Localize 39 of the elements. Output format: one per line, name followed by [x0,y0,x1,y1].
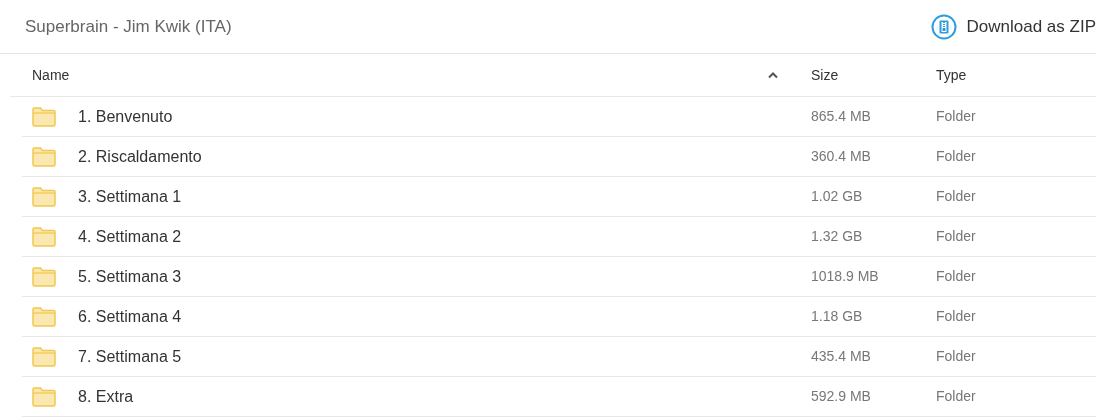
folder-icon [32,346,56,367]
type-cell-text: Folder [936,187,977,206]
folder-name[interactable]: 5. Settimana 3 [78,264,182,289]
folder-icon [32,226,56,247]
type-cell-text: Folder [936,267,977,286]
folder-icon [32,146,56,167]
download-zip-button[interactable]: Download as ZIP [930,13,1096,40]
size-cell-text: 360.4 MB [811,147,872,166]
size-cell-text: 1.02 GB [811,187,864,206]
size-cell-text: 1.32 GB [811,227,864,246]
folder-icon [32,186,56,207]
size-cell-text: 1.18 GB [811,307,864,326]
folder-name[interactable]: 8. Extra [78,384,134,409]
type-cell-text: Folder [936,227,977,246]
size-cell-text: 592.9 MB [811,387,872,406]
folder-icon [32,106,56,127]
folder-icon [32,306,56,327]
sort-caret-icon[interactable] [767,71,779,79]
folder-name[interactable]: 2. Riscaldamento [78,144,202,169]
folder-icon [32,386,56,407]
folder-name[interactable]: 7. Settimana 5 [78,344,182,369]
size-cell-text: 865.4 MB [811,107,872,126]
size-cell-text: 435.4 MB [811,347,872,366]
type-cell-text: Folder [936,347,977,366]
folder-name[interactable]: 3. Settimana 1 [78,184,182,209]
type-cell-text: Folder [936,387,977,406]
type-cell-text: Folder [936,307,977,326]
folder-title: Superbrain - Jim Kwik (ITA) [25,15,232,38]
zip-file-icon [930,13,957,40]
type-cell-text: Folder [936,107,977,126]
folder-icon [32,266,56,287]
column-header[interactable]: Type [936,64,1096,86]
type-cell-text: Folder [936,147,977,166]
folder-name[interactable]: 4. Settimana 2 [78,224,182,249]
column-header[interactable]: Size [811,64,936,86]
column-header[interactable]: Name [10,64,811,86]
folder-name[interactable]: 6. Settimana 4 [78,304,182,329]
size-cell-text: 1018.9 MB [811,267,880,286]
folder-name[interactable]: 1. Benvenuto [78,104,173,129]
